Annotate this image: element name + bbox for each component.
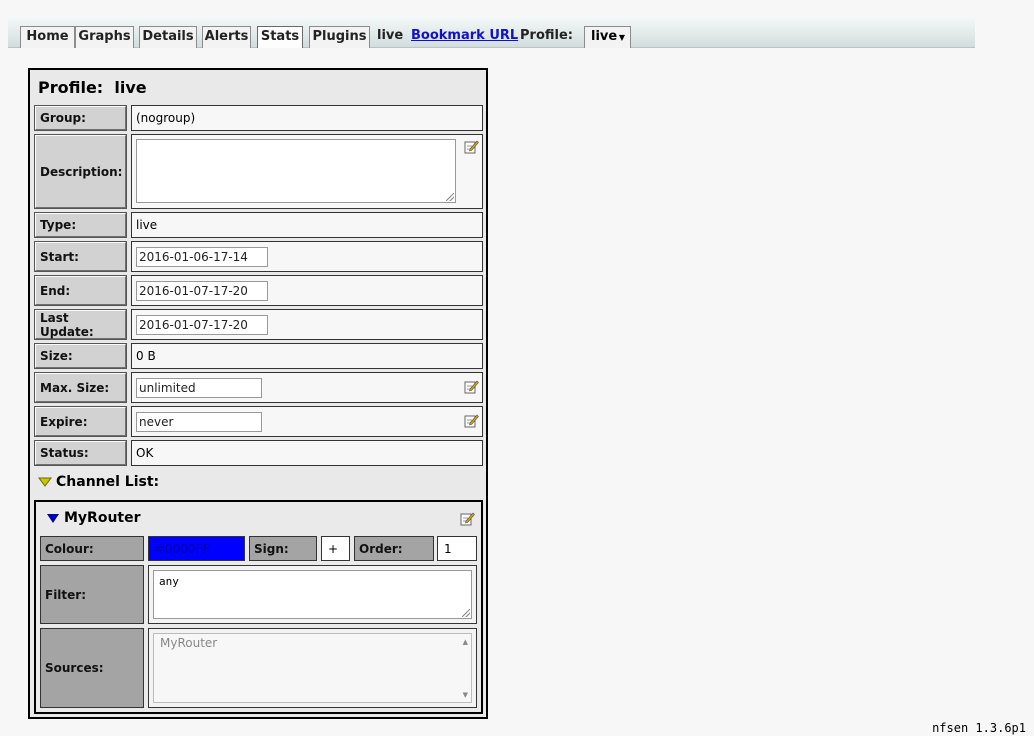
profile-select[interactable]: live ▼ xyxy=(584,26,631,48)
expire-cell: never xyxy=(131,406,483,437)
tab-plugins[interactable]: Plugins xyxy=(309,26,370,48)
start-row: Start: 2016-01-06-17-14 xyxy=(34,241,483,272)
edit-icon[interactable] xyxy=(464,379,479,394)
type-value: live xyxy=(131,212,483,238)
edit-icon[interactable] xyxy=(464,139,479,154)
end-row: End: 2016-01-07-17-20 xyxy=(34,275,483,306)
profile-title-label: Profile: xyxy=(38,78,104,97)
last-update-field[interactable]: 2016-01-07-17-20 xyxy=(136,314,268,335)
size-value: 0 B xyxy=(131,343,483,369)
triangle-down-icon[interactable] xyxy=(38,477,52,487)
profile-panel: Profile: live Group: (nogroup) Descripti… xyxy=(28,68,488,719)
order-value[interactable]: 1 xyxy=(437,536,477,561)
version-footer: nfsen 1.3.6p1 xyxy=(932,721,1026,735)
resize-grip-icon[interactable] xyxy=(462,609,470,617)
last-update-label: Last Update: xyxy=(34,309,127,340)
max-size-cell: unlimited xyxy=(131,372,483,403)
type-row: Type: live xyxy=(34,212,483,238)
status-label: Status: xyxy=(34,440,127,466)
group-row: Group: (nogroup) xyxy=(34,105,483,131)
edit-icon[interactable] xyxy=(464,413,479,428)
max-size-field[interactable]: unlimited xyxy=(136,377,262,398)
top-navigation-bar: Home Graphs Details Alerts Stats Plugins… xyxy=(8,16,975,48)
profile-label: Profile: xyxy=(520,28,573,43)
tab-stats[interactable]: Stats xyxy=(257,26,303,48)
triangle-down-icon[interactable] xyxy=(46,513,60,524)
filter-cell: any xyxy=(148,565,477,624)
tab-alerts[interactable]: Alerts xyxy=(202,26,251,48)
edit-icon[interactable] xyxy=(460,511,475,526)
start-field[interactable]: 2016-01-06-17-14 xyxy=(136,246,268,267)
description-cell xyxy=(131,134,483,209)
profile-select-value: live xyxy=(591,29,618,44)
status-row: Status: OK xyxy=(34,440,483,466)
channel-box: MyRouter Colour: #0000FF Sign: + Order: … xyxy=(34,500,483,714)
last-update-cell: 2016-01-07-17-20 xyxy=(131,309,483,340)
colour-label: Colour: xyxy=(40,536,144,561)
expire-label: Expire: xyxy=(34,406,127,437)
end-cell: 2016-01-07-17-20 xyxy=(131,275,483,306)
sign-value[interactable]: + xyxy=(321,536,350,561)
start-cell: 2016-01-06-17-14 xyxy=(131,241,483,272)
expire-row: Expire: never xyxy=(34,406,483,437)
order-label: Order: xyxy=(354,536,434,561)
end-label: End: xyxy=(34,275,127,306)
sign-label: Sign: xyxy=(249,536,317,561)
channel-list-label: Channel List: xyxy=(56,474,160,490)
size-row: Size: 0 B xyxy=(34,343,483,369)
max-size-label: Max. Size: xyxy=(34,372,127,403)
chevron-down-icon: ▼ xyxy=(618,33,625,42)
size-label: Size: xyxy=(34,343,127,369)
tab-graphs[interactable]: Graphs xyxy=(75,26,134,48)
max-size-row: Max. Size: unlimited xyxy=(34,372,483,403)
group-label: Group: xyxy=(34,105,127,131)
filter-label: Filter: xyxy=(40,565,144,624)
scroll-down-icon[interactable]: ▼ xyxy=(463,691,468,699)
group-value: (nogroup) xyxy=(131,105,483,131)
resize-grip-icon[interactable] xyxy=(446,193,454,201)
page-title: Profile: live xyxy=(38,78,147,97)
scroll-up-icon[interactable]: ▲ xyxy=(463,638,468,646)
sources-item[interactable]: MyRouter xyxy=(160,636,217,650)
channel-list-header[interactable]: Channel List: xyxy=(38,474,159,490)
end-field[interactable]: 2016-01-07-17-20 xyxy=(136,280,268,301)
channel-title[interactable]: MyRouter xyxy=(46,510,141,526)
description-row: Description: xyxy=(34,134,483,209)
description-label: Description: xyxy=(34,134,127,209)
expire-field[interactable]: never xyxy=(136,411,262,432)
status-value: OK xyxy=(131,440,483,466)
channel-name: MyRouter xyxy=(64,510,141,526)
sources-cell: MyRouter ▲ ▼ xyxy=(148,628,477,708)
sources-listbox[interactable]: MyRouter ▲ ▼ xyxy=(153,633,472,703)
start-label: Start: xyxy=(34,241,127,272)
current-profile-text: live xyxy=(377,28,404,43)
profile-title-value: live xyxy=(114,78,147,97)
filter-textarea[interactable]: any xyxy=(153,570,472,619)
tab-details[interactable]: Details xyxy=(139,26,197,48)
description-textarea[interactable] xyxy=(136,139,456,203)
tab-home[interactable]: Home xyxy=(20,26,75,48)
type-label: Type: xyxy=(34,212,127,238)
bookmark-url-link[interactable]: Bookmark URL xyxy=(411,26,518,48)
sources-label: Sources: xyxy=(40,628,144,708)
last-update-row: Last Update: 2016-01-07-17-20 xyxy=(34,309,483,340)
colour-value[interactable]: #0000FF xyxy=(148,536,245,561)
